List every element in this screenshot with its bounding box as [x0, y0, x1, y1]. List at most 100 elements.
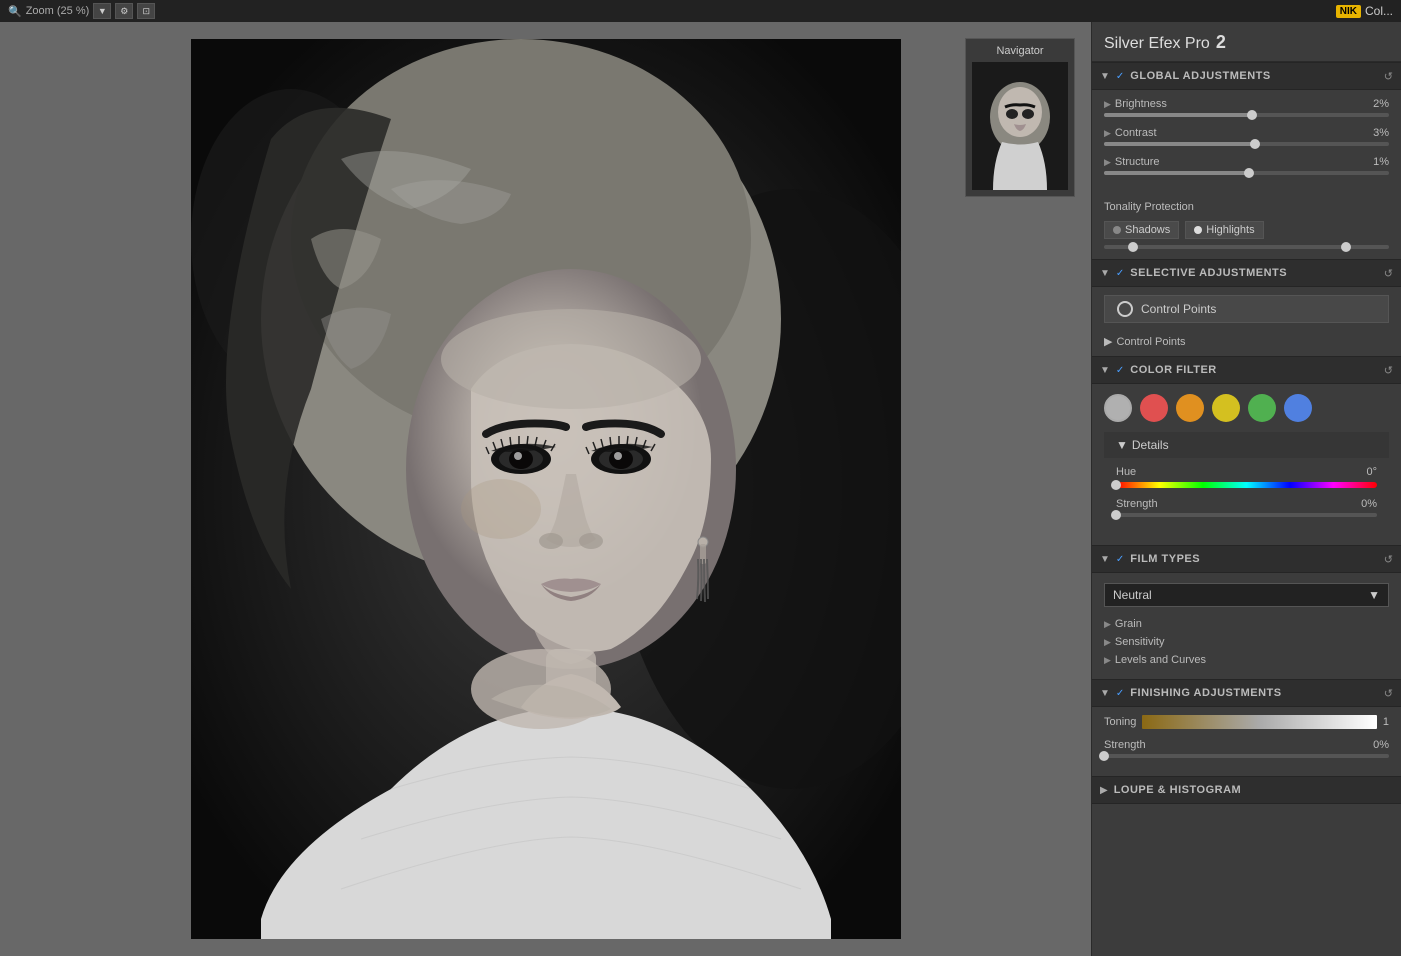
finishing-strength-label: Strength	[1104, 739, 1146, 751]
topbar-left: 🔍 Zoom (25 %) ▼ ⚙ ⊡	[8, 3, 155, 19]
reset-icon[interactable]: ↺	[1384, 267, 1393, 280]
expand-arrow-icon: ▶	[1104, 128, 1111, 139]
navigator-panel: Navigator	[965, 38, 1075, 197]
chevron-down-icon: ▼	[1116, 438, 1128, 452]
filter-strength-slider[interactable]	[1116, 513, 1377, 517]
hue-slider[interactable]	[1116, 482, 1377, 488]
zoom-settings-btn[interactable]: ⚙	[115, 3, 133, 19]
color-swatches	[1104, 394, 1389, 422]
global-adjustments-header[interactable]: ▼ ✓ GLOBAL ADJUSTMENTS ↺	[1092, 62, 1401, 90]
zoom-down-btn[interactable]: ▼	[93, 3, 111, 19]
brightness-row: ▶ Brightness 2%	[1104, 98, 1389, 117]
sensitivity-label: Sensitivity	[1115, 636, 1165, 648]
zoom-fit-btn[interactable]: ⊡	[137, 3, 155, 19]
highlights-btn[interactable]: Highlights	[1185, 221, 1263, 239]
toning-bar[interactable]	[1142, 715, 1376, 729]
expand-arrow-icon: ▶	[1104, 637, 1111, 648]
brightness-fill	[1104, 113, 1252, 117]
topbar: 🔍 Zoom (25 %) ▼ ⚙ ⊡ NIK Col...	[0, 0, 1401, 22]
grain-row[interactable]: ▶ Grain	[1104, 615, 1389, 633]
finishing-adjustments-label: FINISHING ADJUSTMENTS	[1130, 687, 1379, 699]
finishing-strength-slider[interactable]	[1104, 754, 1389, 758]
structure-row: ▶ Structure 1%	[1104, 156, 1389, 175]
check-icon: ✓	[1116, 268, 1124, 279]
shadows-dot	[1113, 226, 1121, 234]
contrast-slider[interactable]	[1104, 142, 1389, 146]
color-filter-content: ▼ Details Hue 0° Strength	[1092, 384, 1401, 545]
filter-strength-thumb[interactable]	[1111, 510, 1121, 520]
brightness-label[interactable]: ▶ Brightness	[1104, 98, 1167, 110]
grain-label: Grain	[1115, 618, 1142, 630]
shadows-btn[interactable]: Shadows	[1104, 221, 1179, 239]
film-type-dropdown[interactable]: Neutral ▼	[1104, 583, 1389, 607]
brightness-slider[interactable]	[1104, 113, 1389, 117]
toning-value: 1	[1383, 716, 1389, 728]
hue-value: 0°	[1366, 466, 1377, 478]
sensitivity-row[interactable]: ▶ Sensitivity	[1104, 633, 1389, 651]
finishing-strength-thumb[interactable]	[1099, 751, 1109, 761]
reset-icon[interactable]: ↺	[1384, 70, 1393, 83]
tonality-slider-row	[1104, 245, 1389, 249]
zoom-label: Zoom (25 %)	[26, 5, 90, 17]
swatch-neutral[interactable]	[1104, 394, 1132, 422]
chevron-down-icon: ▼	[1100, 554, 1110, 565]
tonality-slider[interactable]	[1104, 245, 1389, 249]
check-icon: ✓	[1116, 554, 1124, 565]
tonality-thumb-left[interactable]	[1128, 242, 1138, 252]
structure-thumb[interactable]	[1244, 168, 1254, 178]
loupe-histogram-header[interactable]: ▶ LOUPE & HISTOGRAM	[1092, 776, 1401, 804]
reset-icon[interactable]: ↺	[1384, 553, 1393, 566]
topbar-right: NIK Col...	[1336, 4, 1393, 18]
canvas-area: Navigator	[0, 22, 1091, 956]
tonality-buttons: Shadows Highlights	[1104, 221, 1389, 239]
add-control-point-btn[interactable]: Control Points	[1104, 295, 1389, 323]
swatch-blue[interactable]	[1284, 394, 1312, 422]
details-content: Hue 0° Strength 0%	[1104, 458, 1389, 535]
selective-adjustments-header[interactable]: ▼ ✓ SELECTIVE ADJUSTMENTS ↺	[1092, 259, 1401, 287]
check-icon: ✓	[1116, 365, 1124, 376]
color-filter-header[interactable]: ▼ ✓ COLOR FILTER ↺	[1092, 356, 1401, 384]
control-points-sub-row[interactable]: ▶ Control Points	[1104, 335, 1389, 348]
contrast-label[interactable]: ▶ Contrast	[1104, 127, 1157, 139]
magnify-icon: 🔍	[8, 5, 22, 18]
control-points-label: Control Points	[1116, 336, 1185, 348]
swatch-green[interactable]	[1248, 394, 1276, 422]
levels-curves-label: Levels and Curves	[1115, 654, 1206, 666]
brightness-thumb[interactable]	[1247, 110, 1257, 120]
app-version: 2	[1216, 32, 1226, 53]
global-adjustments-content: ▶ Brightness 2% ▶ Contrast 3%	[1092, 90, 1401, 193]
film-type-selected: Neutral	[1113, 588, 1152, 602]
structure-value: 1%	[1373, 156, 1389, 168]
details-header[interactable]: ▼ Details	[1104, 432, 1389, 458]
contrast-value: 3%	[1373, 127, 1389, 139]
chevron-down-icon: ▼	[1100, 365, 1110, 376]
highlights-dot	[1194, 226, 1202, 234]
film-types-header[interactable]: ▼ ✓ FILM TYPES ↺	[1092, 545, 1401, 573]
expand-arrow-icon: ▶	[1104, 157, 1111, 168]
swatch-yellow[interactable]	[1212, 394, 1240, 422]
check-icon: ✓	[1116, 71, 1124, 82]
levels-curves-row[interactable]: ▶ Levels and Curves	[1104, 651, 1389, 669]
finishing-strength-value: 0%	[1373, 739, 1389, 751]
contrast-thumb[interactable]	[1250, 139, 1260, 149]
color-filter-label: COLOR FILTER	[1130, 364, 1379, 376]
structure-slider[interactable]	[1104, 171, 1389, 175]
expand-arrow-icon: ▶	[1104, 335, 1112, 348]
hue-thumb[interactable]	[1111, 480, 1121, 490]
details-label: Details	[1132, 438, 1169, 452]
chevron-right-icon: ▶	[1100, 785, 1108, 796]
navigator-thumbnail	[972, 62, 1068, 190]
swatch-orange[interactable]	[1176, 394, 1204, 422]
structure-label[interactable]: ▶ Structure	[1104, 156, 1160, 168]
contrast-row: ▶ Contrast 3%	[1104, 127, 1389, 146]
control-points-sub: ▶ Control Points	[1092, 331, 1401, 356]
brightness-value: 2%	[1373, 98, 1389, 110]
finishing-adjustments-header[interactable]: ▼ ✓ FINISHING ADJUSTMENTS ↺	[1092, 679, 1401, 707]
swatch-red[interactable]	[1140, 394, 1168, 422]
reset-icon[interactable]: ↺	[1384, 364, 1393, 377]
main-area: Navigator Silver Efex Pro 2	[0, 22, 1401, 956]
tonality-thumb-right[interactable]	[1341, 242, 1351, 252]
toning-row: Toning 1	[1104, 715, 1389, 729]
reset-icon[interactable]: ↺	[1384, 687, 1393, 700]
chevron-down-icon: ▼	[1100, 71, 1110, 82]
